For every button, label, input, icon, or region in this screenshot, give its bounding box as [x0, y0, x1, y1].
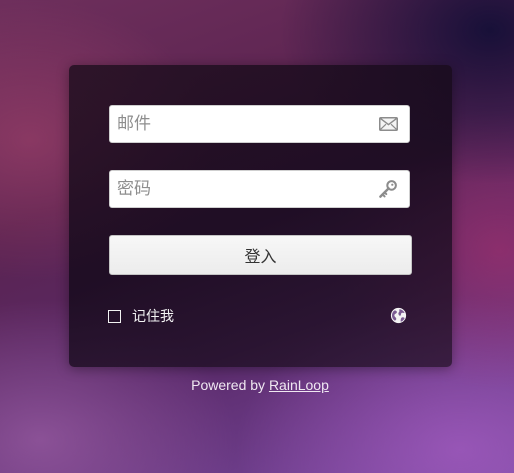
- remember-me-label[interactable]: 记住我: [132, 306, 174, 326]
- globe-icon[interactable]: [390, 307, 407, 324]
- login-button[interactable]: 登入: [109, 235, 412, 275]
- password-input[interactable]: [110, 171, 409, 207]
- powered-by-text: Powered by: [191, 377, 269, 393]
- powered-by-footer: Powered by RainLoop: [0, 377, 514, 393]
- email-input[interactable]: [110, 106, 409, 142]
- key-icon: [377, 179, 399, 199]
- rainloop-link[interactable]: RainLoop: [269, 377, 329, 393]
- email-field-wrapper: [109, 105, 410, 143]
- login-panel: 登入 记住我: [69, 65, 452, 367]
- remember-me-row: 记住我: [108, 306, 174, 326]
- password-field-wrapper: [109, 170, 410, 208]
- envelope-icon: [377, 114, 399, 134]
- remember-me-checkbox[interactable]: [108, 309, 121, 323]
